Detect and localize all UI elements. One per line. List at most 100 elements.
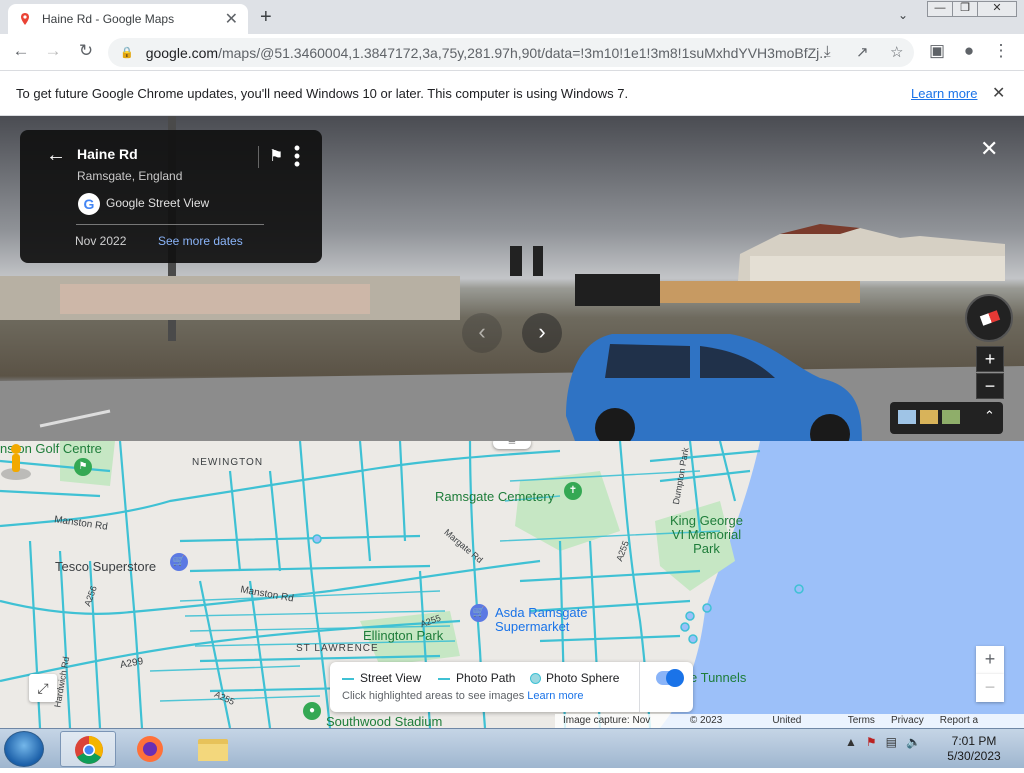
- street-view-info-card: ← Haine Rd Ramsgate, England G Google St…: [20, 130, 322, 263]
- address-bar[interactable]: 🔒 google.com/maps/@51.3460004,1.3847172,…: [108, 38, 914, 67]
- reload-icon[interactable]: ↻: [75, 41, 97, 61]
- back-icon[interactable]: ←: [10, 41, 32, 61]
- nav-arrow-left-icon[interactable]: ‹: [462, 313, 502, 353]
- browser-toolbar: ← → ↻ 🔒 google.com/maps/@51.3460004,1.38…: [0, 34, 1024, 71]
- legend-hint-text: Click highlighted areas to see images: [342, 690, 525, 702]
- see-more-dates-link[interactable]: See more dates: [158, 234, 243, 248]
- volume-icon[interactable]: 🔈: [906, 735, 921, 749]
- footer-privacy-link[interactable]: Privacy: [891, 714, 924, 728]
- street-view-layer-toggle[interactable]: [656, 669, 684, 687]
- tab-title: Haine Rd - Google Maps: [42, 12, 175, 26]
- back-arrow-icon[interactable]: ←: [46, 144, 66, 167]
- tab-google-maps[interactable]: Haine Rd - Google Maps ✕: [8, 4, 248, 34]
- share-icon[interactable]: ↗: [856, 43, 869, 61]
- map-label-st-lawrence: ST LAWRENCE: [296, 643, 379, 654]
- map-label-ellington-park[interactable]: Ellington Park: [363, 628, 443, 643]
- network-icon[interactable]: ▤: [886, 735, 897, 749]
- tab-search-icon[interactable]: ⌄: [898, 8, 908, 22]
- map-label-asda[interactable]: Asda Ramsgate Supermarket: [495, 606, 588, 634]
- chrome-taskbar-button[interactable]: [60, 731, 116, 767]
- explorer-taskbar-button[interactable]: [185, 731, 241, 767]
- tesco-shopping-icon[interactable]: 🛒: [170, 553, 188, 571]
- more-options-icon[interactable]: • • •: [292, 139, 302, 173]
- sv-zoom-out-button[interactable]: −: [976, 373, 1004, 399]
- legend-divider: [639, 662, 640, 712]
- map-panel[interactable]: ═ nston Golf Centre NEWINGTON Ramsgate C…: [0, 441, 1024, 728]
- footer-country[interactable]: United States: [772, 714, 831, 728]
- map-label-king-george-park[interactable]: King George VI Memorial Park: [670, 514, 743, 556]
- minimize-button[interactable]: —: [927, 1, 953, 17]
- photo-path-line-icon: [438, 677, 450, 680]
- google-logo-icon: G: [78, 193, 100, 215]
- lock-icon[interactable]: 🔒: [120, 46, 134, 59]
- menu-kebab-icon[interactable]: ⋮: [990, 41, 1012, 61]
- firefox-icon: [137, 736, 163, 762]
- start-button-icon[interactable]: [4, 731, 44, 767]
- forward-icon[interactable]: →: [42, 41, 64, 61]
- update-infobar: To get future Google Chrome updates, you…: [0, 71, 1024, 116]
- clock-date: 5/30/2023: [947, 749, 1001, 763]
- capture-date: Nov 2022: [75, 234, 127, 248]
- sv-zoom-in-button[interactable]: +: [976, 346, 1004, 372]
- folder-icon: [198, 739, 228, 761]
- footer-capture-date: Image capture: Nov 2022: [563, 715, 651, 726]
- thumbnail-3[interactable]: [942, 410, 960, 424]
- legend-photo-path-text: Photo Path: [456, 671, 516, 685]
- split-drag-handle[interactable]: ═: [493, 441, 531, 449]
- tray-expand-icon[interactable]: ▲: [845, 735, 857, 749]
- map-label-tesco[interactable]: Tesco Superstore: [55, 559, 156, 574]
- clock-time: 7:01 PM: [951, 734, 997, 748]
- asda-shopping-icon[interactable]: 🛒: [470, 604, 488, 622]
- nav-arrow-right-icon[interactable]: ›: [522, 313, 562, 353]
- infobar-learn-more-link[interactable]: Learn more: [911, 86, 977, 101]
- system-clock[interactable]: 7:01 PM 5/30/2023: [945, 734, 1003, 764]
- street-view-line-icon: [342, 677, 354, 680]
- side-panel-icon[interactable]: ▣: [926, 41, 948, 61]
- cemetery-poi-icon[interactable]: ✝: [564, 482, 582, 500]
- action-center-flag-icon[interactable]: ⚑: [866, 735, 877, 749]
- thumbnail-1[interactable]: [898, 410, 916, 424]
- expand-chevron-icon[interactable]: ⌃: [984, 408, 1002, 423]
- imagery-thumbnails[interactable]: ⌃: [890, 402, 1003, 434]
- url-path: /maps/@51.3460004,1.3847172,3a,75y,281.9…: [218, 44, 826, 61]
- legend-street-view: Street View: [342, 671, 421, 685]
- map-label-newington: NEWINGTON: [192, 457, 264, 468]
- window-close-button[interactable]: ✕: [977, 1, 1017, 17]
- new-tab-button[interactable]: +: [260, 6, 272, 29]
- thumbnail-2[interactable]: [920, 410, 938, 424]
- footer-report-link[interactable]: Report a problem: [940, 714, 1016, 728]
- profile-avatar-icon[interactable]: ●: [958, 41, 980, 61]
- tab-close-icon[interactable]: ✕: [225, 9, 238, 29]
- street-view-panorama[interactable]: ← Haine Rd Ramsgate, England G Google St…: [0, 116, 1024, 441]
- footer-terms-link[interactable]: Terms: [848, 714, 875, 728]
- install-icon[interactable]: ⤓: [824, 43, 831, 60]
- system-tray: ▲ ⚑ ▤ 🔈: [845, 735, 930, 749]
- card-divider-line: [76, 224, 264, 225]
- pegman-icon[interactable]: [0, 441, 34, 481]
- map-label-tunnels[interactable]: e Tunnels: [690, 670, 746, 685]
- window-controls: — ❐ ✕: [927, 1, 1017, 17]
- tab-strip: Haine Rd - Google Maps ✕ + ⌄ — ❐ ✕: [0, 0, 1024, 34]
- location-pin-icon[interactable]: ⚑: [269, 146, 283, 166]
- golf-poi-icon[interactable]: ⚑: [74, 458, 92, 476]
- map-zoom-in-button[interactable]: +: [976, 646, 1004, 674]
- bookmark-star-icon[interactable]: ☆: [890, 43, 903, 61]
- infobar-close-icon[interactable]: ✕: [992, 83, 1005, 103]
- legend-photo-path: Photo Path: [438, 671, 515, 685]
- map-label-cemetery[interactable]: Ramsgate Cemetery: [435, 489, 554, 504]
- windows-taskbar: ▲ ⚑ ▤ 🔈 7:01 PM 5/30/2023: [0, 728, 1024, 768]
- close-street-view-icon[interactable]: ✕: [980, 136, 998, 162]
- stadium-poi-icon[interactable]: ●: [303, 702, 321, 720]
- legend-learn-more-link[interactable]: Learn more: [527, 690, 583, 702]
- restore-button[interactable]: ❐: [952, 1, 978, 17]
- legend-hint: Click highlighted areas to see images Le…: [342, 690, 584, 702]
- map-footer: Image capture: Nov 2022 © 2023 Google Un…: [555, 714, 1024, 728]
- map-zoom-out-button[interactable]: −: [976, 674, 1004, 702]
- map-label-southwood-stadium[interactable]: Southwood Stadium: [326, 714, 442, 728]
- infobar-message: To get future Google Chrome updates, you…: [16, 86, 629, 101]
- url-text: google.com/maps/@51.3460004,1.3847172,3a…: [146, 45, 826, 61]
- collapse-map-icon[interactable]: ⤢: [29, 674, 57, 702]
- firefox-taskbar-button[interactable]: [122, 731, 178, 767]
- chrome-icon: [75, 736, 103, 764]
- compass-icon[interactable]: [965, 294, 1013, 342]
